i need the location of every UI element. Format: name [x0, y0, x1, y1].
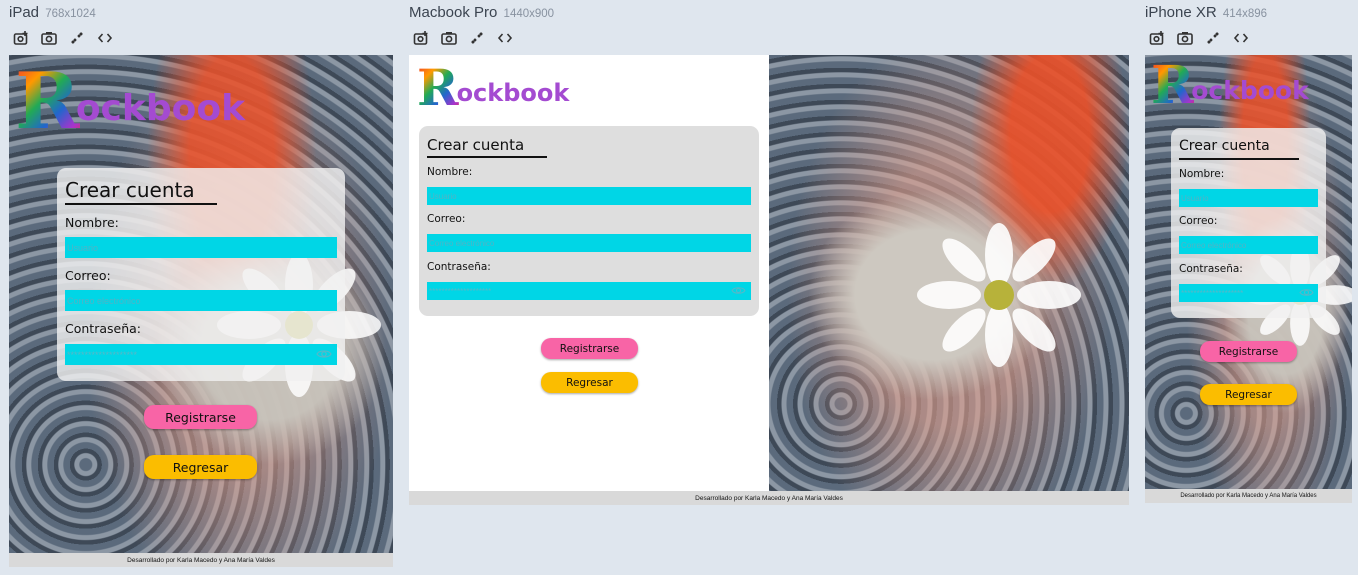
- logo-letter: R: [417, 58, 459, 117]
- footer: Desarrollado por Karla Macedo y Ana Marí…: [409, 491, 1129, 505]
- register-form: Crear cuenta Nombre: Correo: Contraseña:: [419, 126, 759, 316]
- macbook-viewport: R ockbook Crear cuenta Nombre: Correo: C…: [409, 55, 1129, 505]
- rockbook-logo: R ockbook: [417, 63, 569, 113]
- name-input[interactable]: [65, 237, 337, 258]
- register-button[interactable]: Registrarse: [1200, 341, 1297, 362]
- form-title: Crear cuenta: [65, 178, 195, 202]
- hero-image-panel: [769, 55, 1129, 491]
- device-dimensions: 414x896: [1222, 8, 1268, 20]
- title-underline: [427, 156, 547, 158]
- code-icon[interactable]: [497, 30, 513, 46]
- device-dimensions: 768x1024: [45, 8, 96, 20]
- email-label: Correo:: [65, 268, 111, 283]
- name-input[interactable]: [427, 187, 751, 205]
- register-form: Crear cuenta Nombre: Correo: Contraseña:: [1171, 128, 1326, 318]
- email-input[interactable]: [1179, 236, 1318, 254]
- device-title: iPhone XR 414x896: [1145, 4, 1267, 21]
- screenshot-icon[interactable]: [13, 30, 29, 46]
- register-button[interactable]: Registrarse: [541, 338, 638, 359]
- eye-icon[interactable]: [316, 348, 332, 360]
- title-underline: [65, 203, 217, 205]
- device-name: iPhone XR: [1145, 4, 1217, 21]
- register-button[interactable]: Registrarse: [144, 405, 257, 429]
- logo-letter: R: [15, 56, 80, 147]
- register-form: Crear cuenta Nombre: Correo: Contraseña:: [57, 168, 345, 381]
- logo-text: ockbook: [75, 88, 246, 129]
- logo-text: ockbook: [1191, 76, 1309, 105]
- daisy-stone-image: [917, 223, 1081, 367]
- password-label: Contraseña:: [65, 321, 141, 336]
- eye-icon[interactable]: [1299, 287, 1314, 298]
- form-title: Crear cuenta: [1179, 138, 1270, 154]
- device-name: iPad: [9, 4, 40, 21]
- camera-icon[interactable]: [41, 30, 57, 46]
- password-input[interactable]: [65, 344, 337, 365]
- rotate-icon[interactable]: [469, 30, 485, 46]
- logo-text: ockbook: [456, 79, 570, 107]
- eye-icon[interactable]: [731, 285, 746, 296]
- title-underline: [1179, 158, 1299, 160]
- name-label: Nombre:: [1179, 168, 1225, 180]
- name-input[interactable]: [1179, 189, 1318, 207]
- back-button[interactable]: Regresar: [1200, 384, 1297, 405]
- device-toolbar: [13, 30, 113, 46]
- back-button[interactable]: Regresar: [144, 455, 257, 479]
- device-toolbar: [413, 30, 513, 46]
- name-label: Nombre:: [427, 166, 473, 178]
- device-toolbar: [1149, 30, 1249, 46]
- camera-icon[interactable]: [441, 30, 457, 46]
- code-icon[interactable]: [1233, 30, 1249, 46]
- rotate-icon[interactable]: [69, 30, 85, 46]
- email-label: Correo:: [1179, 215, 1218, 227]
- logo-letter: R: [1151, 55, 1195, 116]
- email-input[interactable]: [427, 234, 751, 252]
- ipad-viewport: R ockbook Crear cuenta Nombre: Correo: C…: [9, 55, 393, 567]
- screenshot-icon[interactable]: [1149, 30, 1165, 46]
- device-title: Macbook Pro 1440x900: [409, 4, 554, 21]
- footer: Desarrollado por Karla Macedo y Ana Marí…: [9, 553, 393, 567]
- name-label: Nombre:: [65, 215, 119, 230]
- rockbook-logo: R ockbook: [15, 63, 245, 141]
- rotate-icon[interactable]: [1205, 30, 1221, 46]
- password-input[interactable]: [1179, 284, 1318, 302]
- form-title: Crear cuenta: [427, 136, 525, 154]
- rockbook-logo: R ockbook: [1151, 60, 1309, 112]
- email-label: Correo:: [427, 213, 466, 225]
- device-dimensions: 1440x900: [503, 8, 555, 20]
- password-label: Contraseña:: [1179, 263, 1243, 275]
- footer: Desarrollado por Karla Macedo y Ana Marí…: [1145, 489, 1352, 503]
- back-button[interactable]: Regresar: [541, 372, 638, 393]
- device-name: Macbook Pro: [409, 4, 498, 21]
- screenshot-icon[interactable]: [413, 30, 429, 46]
- email-input[interactable]: [65, 290, 337, 311]
- code-icon[interactable]: [97, 30, 113, 46]
- iphone-viewport: R ockbook Crear cuenta Nombre: Correo: C…: [1145, 55, 1352, 503]
- camera-icon[interactable]: [1177, 30, 1193, 46]
- password-input[interactable]: [427, 282, 751, 300]
- password-label: Contraseña:: [427, 261, 491, 273]
- device-title: iPad 768x1024: [9, 4, 96, 21]
